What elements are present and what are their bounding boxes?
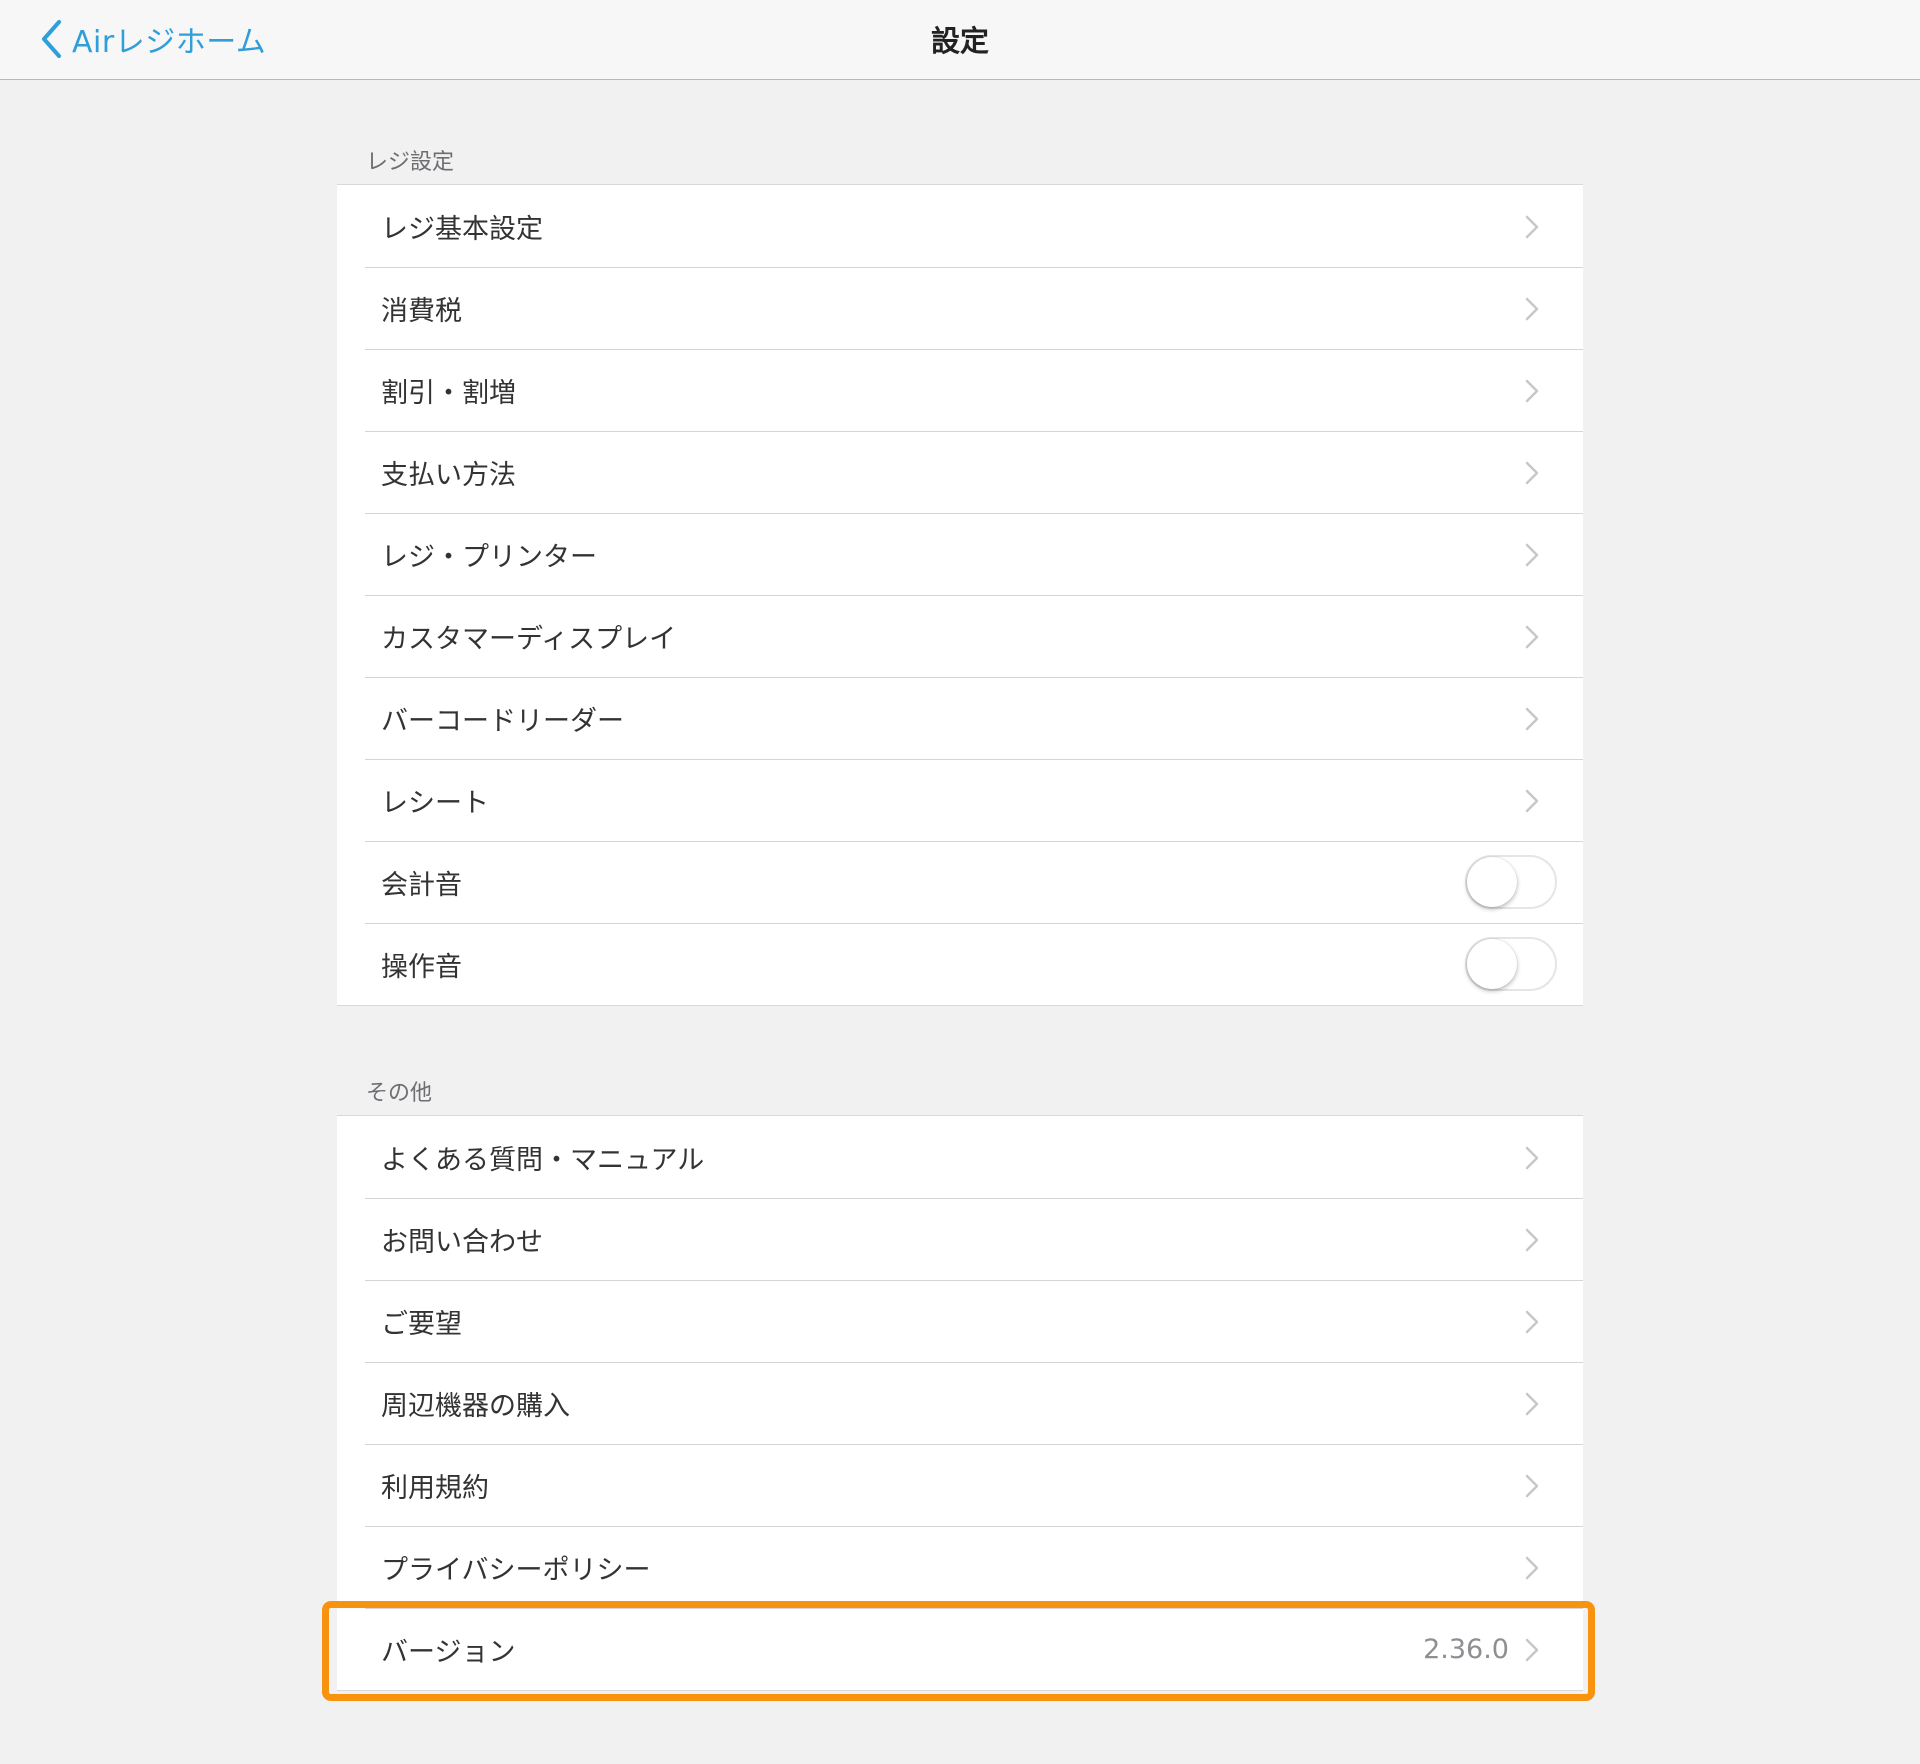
page-title: 設定 bbox=[930, 24, 989, 58]
row-label: 操作音 bbox=[381, 951, 462, 983]
row-label: レジ基本設定 bbox=[381, 213, 543, 245]
checkout-sound-toggle[interactable] bbox=[1465, 855, 1557, 909]
settings-row-printer[interactable]: レジ・プリンター bbox=[337, 513, 1583, 595]
row-label: プライバシーポリシー bbox=[381, 1554, 651, 1586]
section-header-other: その他 bbox=[366, 1081, 433, 1106]
row-label: お問い合わせ bbox=[381, 1226, 543, 1258]
row-label: カスタマーディスプレイ bbox=[381, 623, 677, 655]
settings-row-basic[interactable]: レジ基本設定 bbox=[337, 185, 1583, 267]
chevron-right-icon bbox=[1525, 1474, 1539, 1498]
row-label: よくある質問・マニュアル bbox=[381, 1144, 705, 1176]
settings-row-payment-methods[interactable]: 支払い方法 bbox=[337, 431, 1583, 513]
toggle-knob bbox=[1467, 939, 1517, 989]
row-label: ご要望 bbox=[381, 1308, 462, 1340]
chevron-right-icon bbox=[1525, 789, 1539, 813]
settings-row-checkout-sound: 会計音 bbox=[337, 841, 1583, 923]
settings-row-contact[interactable]: お問い合わせ bbox=[337, 1198, 1583, 1280]
row-label: バーコードリーダー bbox=[381, 705, 624, 737]
toggle-knob bbox=[1467, 857, 1517, 907]
chevron-right-icon bbox=[1525, 543, 1539, 567]
settings-row-barcode-reader[interactable]: バーコードリーダー bbox=[337, 677, 1583, 759]
row-label: 周辺機器の購入 bbox=[381, 1390, 570, 1422]
row-label: 割引・割増 bbox=[381, 377, 516, 409]
chevron-right-icon bbox=[1525, 215, 1539, 239]
row-label: 利用規約 bbox=[381, 1472, 489, 1504]
chevron-right-icon bbox=[1525, 707, 1539, 731]
settings-row-privacy-policy[interactable]: プライバシーポリシー bbox=[337, 1526, 1583, 1608]
chevron-right-icon bbox=[1525, 1310, 1539, 1334]
settings-group-register: レジ基本設定 消費税 割引・割増 支払い方法 レジ・プリンター カスタマーディス… bbox=[337, 184, 1583, 1006]
chevron-right-icon bbox=[1525, 379, 1539, 403]
chevron-right-icon bbox=[1525, 297, 1539, 321]
chevron-right-icon bbox=[1525, 1146, 1539, 1170]
settings-row-peripherals[interactable]: 周辺機器の購入 bbox=[337, 1362, 1583, 1444]
settings-row-terms[interactable]: 利用規約 bbox=[337, 1444, 1583, 1526]
chevron-right-icon bbox=[1525, 1556, 1539, 1580]
settings-row-consumption-tax[interactable]: 消費税 bbox=[337, 267, 1583, 349]
operation-sound-toggle[interactable] bbox=[1465, 937, 1557, 991]
settings-row-discount[interactable]: 割引・割増 bbox=[337, 349, 1583, 431]
settings-row-faq[interactable]: よくある質問・マニュアル bbox=[337, 1116, 1583, 1198]
chevron-right-icon bbox=[1525, 625, 1539, 649]
row-label: 会計音 bbox=[381, 869, 462, 901]
row-label: 消費税 bbox=[381, 295, 462, 327]
row-label: 支払い方法 bbox=[381, 459, 516, 491]
settings-row-requests[interactable]: ご要望 bbox=[337, 1280, 1583, 1362]
version-highlight-box bbox=[322, 1601, 1595, 1701]
chevron-right-icon bbox=[1525, 1392, 1539, 1416]
chevron-right-icon bbox=[1525, 1228, 1539, 1252]
settings-row-operation-sound: 操作音 bbox=[337, 923, 1583, 1005]
settings-row-customer-display[interactable]: カスタマーディスプレイ bbox=[337, 595, 1583, 677]
navigation-bar: Airレジホーム 設定 bbox=[0, 0, 1920, 80]
row-label: レジ・プリンター bbox=[381, 541, 597, 573]
settings-row-receipt[interactable]: レシート bbox=[337, 759, 1583, 841]
chevron-right-icon bbox=[1525, 461, 1539, 485]
row-label: レシート bbox=[381, 787, 489, 819]
section-header-register-settings: レジ設定 bbox=[366, 150, 455, 175]
